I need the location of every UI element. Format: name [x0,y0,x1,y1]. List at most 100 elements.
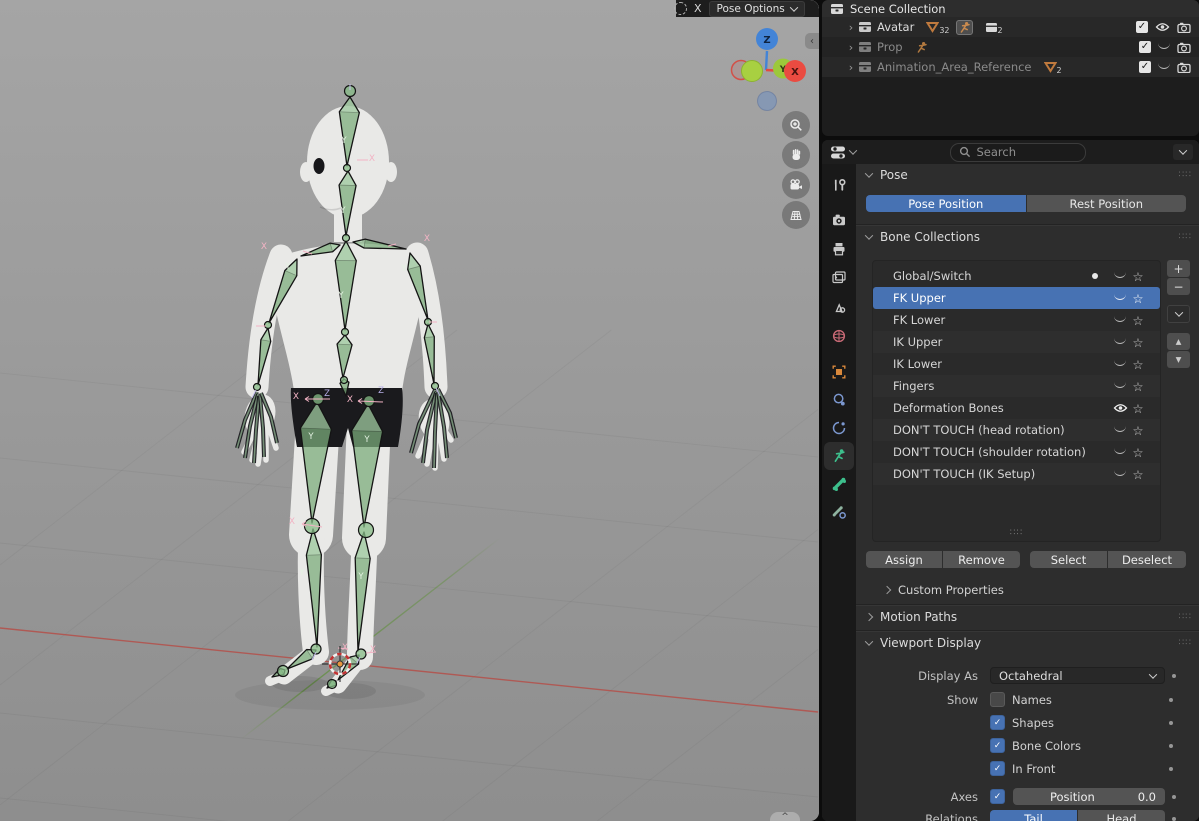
panel-grip-icon[interactable]: ∷∷ [1179,170,1192,180]
sidebar-collapse-tab[interactable]: ‹ [805,33,819,49]
tab-scene[interactable] [822,293,856,321]
eye-open-icon[interactable] [1113,403,1128,413]
search-input[interactable]: Search [950,143,1086,162]
bone-collection-row[interactable]: FK Upper ☆ [873,287,1160,309]
pose-position-button[interactable]: Pose Position [866,195,1026,212]
camera-visibility-icon[interactable] [1177,22,1191,33]
animate-dot[interactable] [1169,744,1173,748]
expand-arrow-icon[interactable]: › [844,41,858,54]
gizmo-neg-y[interactable] [742,61,763,82]
panel-grip-icon[interactable]: ∷∷ [1179,638,1192,648]
motion-paths-panel-header[interactable]: Motion Paths ∷∷ [856,606,1199,627]
bone-collection-row[interactable]: Fingers ☆ [873,375,1160,397]
bone-collection-row[interactable]: Deformation Bones [873,397,1160,419]
outliner-row[interactable]: › Prop [822,37,1199,57]
tab-world[interactable] [822,322,856,350]
outliner-row[interactable]: › Animation_Area_Reference 2 [822,57,1199,77]
mirror-x-toggle[interactable]: X [694,2,702,15]
solo-star-icon[interactable]: ☆ [1130,445,1146,460]
tab-render[interactable] [822,206,856,234]
solo-star-icon[interactable]: ☆ [1130,313,1146,328]
remove-button[interactable]: Remove [943,551,1020,568]
pan-button[interactable] [782,141,810,169]
checkbox-checked[interactable]: ✓ [990,738,1005,753]
animate-dot[interactable] [1169,767,1173,771]
expand-arrow-icon[interactable]: › [844,21,858,34]
eye-closed-icon[interactable] [1114,337,1126,344]
bone-collection-row[interactable]: IK Upper ☆ [873,331,1160,353]
remove-collection-button[interactable]: − [1167,278,1190,295]
eye-closed-icon[interactable] [1158,62,1170,69]
bone-collection-row[interactable]: IK Lower ☆ [873,353,1160,375]
solo-star-icon[interactable]: ☆ [1130,467,1146,482]
camera-visibility-icon[interactable] [1177,62,1191,73]
animate-dot[interactable] [1172,674,1176,678]
selectability-checkbox[interactable]: ✓ [1136,21,1148,33]
expand-arrow-icon[interactable]: › [844,61,858,74]
3d-viewport[interactable]: YYYYYYYYYXXXXXXXXZZ X Pose Options [0,0,819,821]
navigation-gizmo[interactable]: Y X Z [721,25,811,115]
scene-collection-row[interactable]: Scene Collection [822,0,1199,17]
tab-tool[interactable] [822,172,856,200]
solo-star-icon[interactable]: ☆ [1130,335,1146,350]
solo-star-icon[interactable]: ☆ [1130,269,1146,284]
tab-view-layer[interactable] [822,264,856,292]
perspective-toggle-button[interactable] [782,201,810,229]
axes-position-slider[interactable]: Position 0.0 [1013,788,1165,805]
bone-collection-row[interactable]: Global/Switch ☆ [873,265,1160,287]
eye-closed-icon[interactable] [1114,293,1126,300]
outliner-row[interactable]: › Avatar 32 [822,17,1199,37]
filter-options-button[interactable] [1173,144,1193,160]
animate-dot[interactable] [1169,721,1173,725]
solo-star-icon[interactable]: ☆ [1130,401,1146,416]
eye-open-icon[interactable] [1155,22,1170,32]
collection-specials-button[interactable] [1167,305,1190,323]
editor-type-button[interactable] [822,145,862,160]
select-button[interactable]: Select [1030,551,1107,568]
add-collection-button[interactable]: + [1167,260,1190,277]
pose-panel-header[interactable]: Pose ∷∷ [856,164,1199,184]
axes-checkbox[interactable]: ✓ [990,789,1005,804]
solo-star-icon[interactable]: ☆ [1130,357,1146,372]
eye-closed-icon[interactable] [1114,425,1126,432]
tab-physics[interactable] [822,414,856,442]
camera-visibility-icon[interactable] [1177,42,1191,53]
bone-collections-panel-header[interactable]: Bone Collections ∷∷ [856,226,1199,246]
tab-constraints[interactable] [822,386,856,414]
display-as-dropdown[interactable]: Octahedral [990,667,1165,684]
bone-collection-row[interactable]: FK Lower ☆ [873,309,1160,331]
eye-closed-icon[interactable] [1114,315,1126,322]
selectability-checkbox[interactable]: ✓ [1139,61,1151,73]
bone-collection-row[interactable]: DON'T TOUCH (IK Setup) [873,463,1160,485]
tab-bone[interactable] [822,470,856,498]
pose-options-dropdown[interactable]: Pose Options [709,1,805,17]
rest-position-button[interactable]: Rest Position [1027,195,1187,212]
move-down-button[interactable]: ▼ [1167,351,1190,368]
custom-properties-subpanel-header[interactable]: Custom Properties [856,582,1199,598]
animate-dot[interactable] [1172,795,1176,799]
animate-dot[interactable] [1172,817,1176,821]
checkbox-checked[interactable]: ✓ [990,715,1005,730]
eye-closed-icon[interactable] [1114,381,1126,388]
eye-closed-icon[interactable] [1114,359,1126,366]
move-up-button[interactable]: ▲ [1167,333,1190,350]
tab-bone-constraints[interactable] [822,498,856,526]
tab-output[interactable] [822,235,856,263]
list-resize-grip[interactable]: ∷∷ [873,528,1160,538]
solo-star-icon[interactable]: ☆ [1130,423,1146,438]
solo-star-icon[interactable]: ☆ [1130,291,1146,306]
timeline-expand-tab[interactable]: ^ [770,812,800,821]
checkbox-unchecked[interactable] [990,692,1005,707]
camera-view-button[interactable] [782,171,810,199]
3d-viewport-scene[interactable]: YYYYYYYYYXXXXXXXXZZ [0,0,819,821]
zoom-button[interactable] [782,111,810,139]
eye-closed-icon[interactable] [1114,271,1126,278]
tab-object[interactable] [822,358,856,386]
solo-star-icon[interactable]: ☆ [1130,379,1146,394]
deselect-button[interactable]: Deselect [1108,551,1186,568]
checkbox-checked[interactable]: ✓ [990,761,1005,776]
animate-dot[interactable] [1169,698,1173,702]
eye-closed-icon[interactable] [1114,447,1126,454]
eye-closed-icon[interactable] [1114,469,1126,476]
selectability-checkbox[interactable]: ✓ [1139,41,1151,53]
